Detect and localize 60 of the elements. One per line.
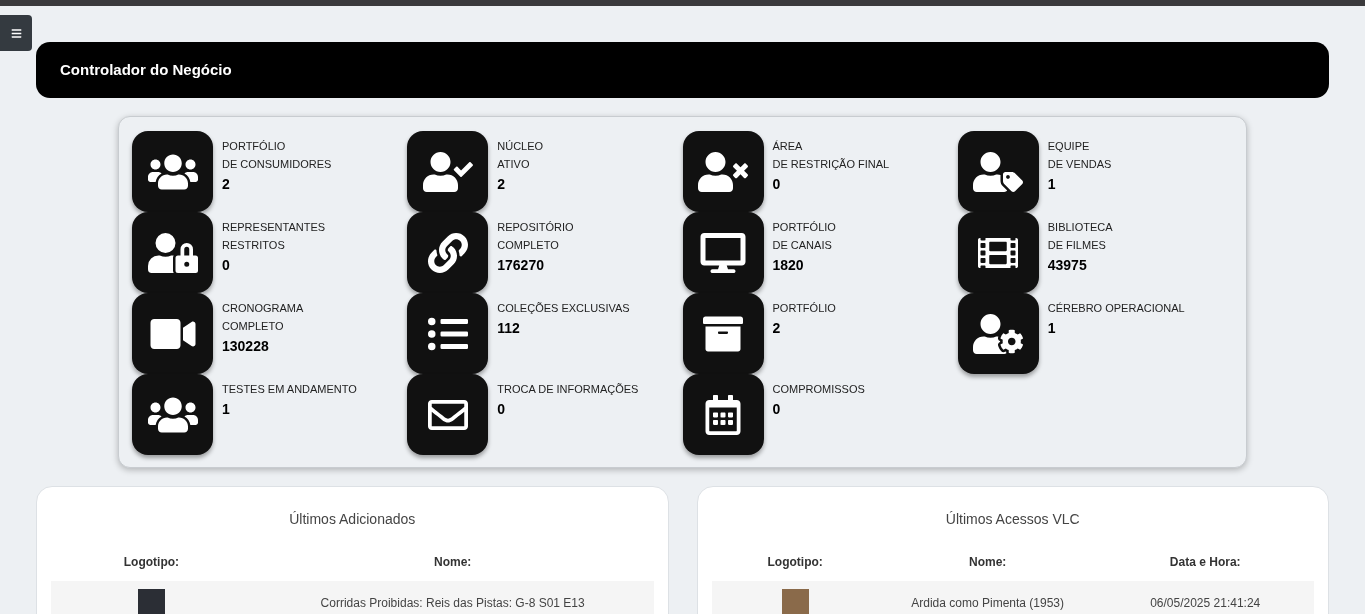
page-title: Controlador do Negócio [60,59,232,80]
stat-value: 0 [772,175,782,194]
stat-label: ÁREA [772,139,804,154]
stat-label: DE CONSUMIDORES [222,157,332,172]
column-header: Logotipo: [123,555,180,569]
stat-label: PORTFÓLIO [222,139,287,154]
stat-label: TESTES EM ANDAMENTO [222,382,357,397]
stat-label: NÚCLEO [497,139,544,154]
user-check-icon [422,151,473,192]
stat-label: TROCA DE INFORMAÇÕES [497,382,639,397]
table-cell: Ardida como Pimenta (1953) [911,596,1064,610]
column-header: Nome: [968,555,1007,569]
stat-value: 1 [222,400,231,419]
stat-value: 2 [497,175,507,194]
monitor-icon [698,232,748,273]
stat-label: EQUIPE [1047,139,1091,154]
stat-label: COLEÇÕES EXCLUSIVAS [497,301,630,316]
table-cell: 06/05/2025 21:41:24 [1150,596,1261,610]
stat-value: 2 [222,175,231,194]
card-title: Últimos Acessos VLC [945,511,1080,527]
card-title: Últimos Adicionados [289,511,416,527]
stat-label: DE CANAIS [772,238,833,253]
column-header: Nome: [434,555,472,569]
stat-label: REPRESENTANTES [222,220,326,235]
stat-value: 2 [772,319,782,338]
poster-thumbnail [781,588,809,614]
stat-label: COMPLETO [222,319,285,334]
stat-value: 1 [1047,319,1057,338]
stat-label: ATIVO [497,157,531,172]
stat-value: 176270 [497,256,545,275]
table-cell: Corridas Proibidas: Reis das Pistas: G-8 S01 E13 [320,596,585,610]
stat-value: 0 [497,400,507,419]
stat-label: REPOSITÓRIO [497,220,574,235]
menu-icon [10,27,22,39]
stat-label: BIBLIOTECA [1047,220,1113,235]
stat-label: DE FILMES [1047,238,1107,253]
user-tag-icon [973,151,1024,192]
user-x-icon [698,151,748,192]
user-lock-icon [147,232,198,273]
stat-value: 43975 [1047,256,1088,275]
stat-label: CÉREBRO OPERACIONAL [1047,301,1185,316]
stat-label: COMPROMISSOS [772,382,865,397]
stat-label: RESTRITOS [222,238,286,253]
stat-value: 1820 [772,256,805,275]
menu-button[interactable] [0,15,32,51]
column-header: Data e Hora: [1169,555,1241,569]
stat-value: 0 [772,400,782,419]
column-header: Logotipo: [767,555,823,569]
stat-label: DE VENDAS [1047,157,1112,172]
stat-value: 0 [222,256,231,275]
stat-label: PORTFÓLIO [772,301,836,316]
stat-value: 112 [497,319,521,338]
stat-label: PORTFÓLIO [772,220,836,235]
stat-label: CRONOGRAMA [222,301,304,316]
stat-label: DE RESTRIÇÃO FINAL [772,157,890,172]
stat-label: COMPLETO [497,238,560,253]
poster-thumbnail [137,588,165,614]
stat-value: 1 [1047,175,1057,194]
stat-value: 130228 [222,337,270,356]
user-gear-icon [973,313,1024,354]
